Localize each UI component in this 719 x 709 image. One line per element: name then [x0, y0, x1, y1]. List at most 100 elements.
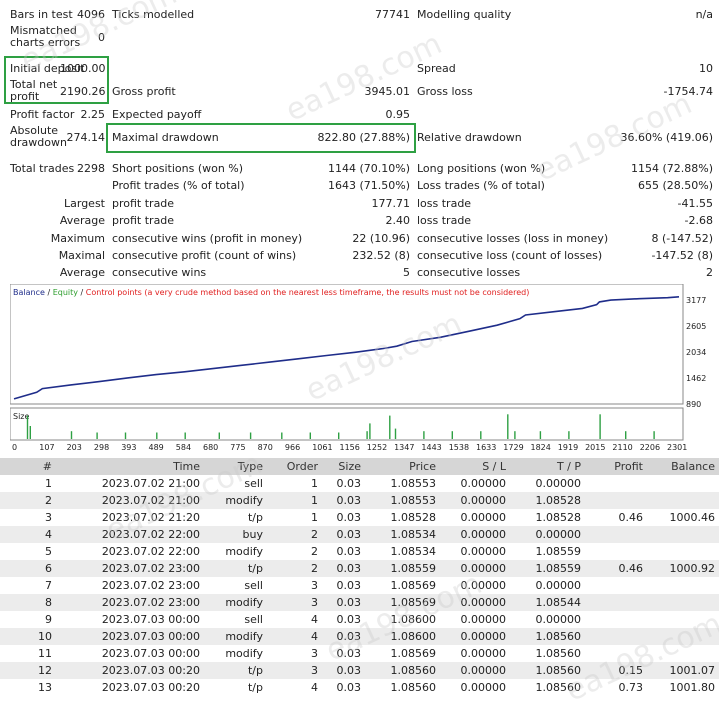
- avg-consec-losses-value: 2: [706, 266, 713, 279]
- x-tick-label: 203: [67, 443, 82, 452]
- table-row[interactable]: 10 2023.07.03 00:00 modify 4 0.03 1.08600 0.00…: [0, 628, 719, 645]
- x-tick-label: 1919: [558, 443, 578, 452]
- column-header[interactable]: Type: [204, 458, 267, 475]
- cell-order: 4: [311, 630, 318, 643]
- column-header[interactable]: Profit: [585, 458, 647, 475]
- total-trades-value: 2298: [77, 162, 105, 175]
- relative-drawdown-label: Relative drawdown: [417, 131, 522, 144]
- table-row[interactable]: 3 2023.07.02 21:20 t/p 1 0.03 1.08528 0.00000 1…: [0, 509, 719, 526]
- absolute-drawdown-value: 274.14: [66, 131, 106, 144]
- table-row[interactable]: 2 2023.07.02 21:00 modify 1 0.03 1.08553 0.000…: [0, 492, 719, 509]
- y-tick-label: 2605: [686, 322, 706, 331]
- cell-take-profit: 1.08560: [535, 647, 582, 660]
- cell-profit: 0.46: [618, 562, 644, 575]
- cell-price: 1.08600: [390, 630, 437, 643]
- table-row[interactable]: 7 2023.07.02 23:00 sell 3 0.03 1.08569 0.00000…: [0, 577, 719, 594]
- cell-size: 0.03: [336, 664, 362, 677]
- total-net-profit-value: 2190.26: [60, 85, 106, 98]
- x-tick-label: 2206: [640, 443, 660, 452]
- column-header[interactable]: Price: [365, 458, 440, 475]
- cell-row-number: 12: [38, 664, 52, 677]
- long-positions-value: 1154 (72.88%): [630, 162, 713, 175]
- column-header[interactable]: #: [0, 458, 56, 475]
- cell-price: 1.08534: [390, 545, 437, 558]
- cell-order: 1: [311, 494, 318, 507]
- average-consec-label: Average: [59, 266, 105, 279]
- cell-type: t/p: [247, 562, 263, 575]
- cell-time: 2023.07.03 00:20: [101, 664, 200, 677]
- table-row[interactable]: 9 2023.07.03 00:00 sell 4 0.03 1.08600 0.00000…: [0, 611, 719, 628]
- cell-take-profit: 1.08559: [535, 562, 582, 575]
- size-bar: [480, 431, 482, 439]
- table-row[interactable]: 6 2023.07.02 23:00 t/p 2 0.03 1.08559 0.00000 1…: [0, 560, 719, 577]
- cell-row-number: 6: [45, 562, 52, 575]
- initial-deposit-value: 1000.00: [60, 62, 106, 75]
- column-header[interactable]: Size: [322, 458, 365, 475]
- cell-price: 1.08569: [390, 579, 437, 592]
- largest-profit-label: profit trade: [112, 197, 175, 210]
- size-bar: [507, 414, 509, 439]
- cell-time: 2023.07.02 22:00: [101, 545, 200, 558]
- profit-factor-value: 2.25: [80, 108, 106, 121]
- x-tick-label: 2301: [667, 443, 687, 452]
- table-row[interactable]: 1 2023.07.02 21:00 sell 1 0.03 1.08553 0.00000…: [0, 475, 719, 492]
- cell-price: 1.08600: [390, 613, 437, 626]
- cell-stop-loss: 0.00000: [460, 545, 507, 558]
- cell-take-profit: 1.08528: [535, 511, 582, 524]
- table-row[interactable]: 8 2023.07.02 23:00 modify 3 0.03 1.08569 0.000…: [0, 594, 719, 611]
- x-tick-label: 0: [12, 443, 17, 452]
- largest-profit-value: 177.71: [371, 197, 411, 210]
- cell-size: 0.03: [336, 647, 362, 660]
- x-tick-label: 2110: [612, 443, 632, 452]
- cell-stop-loss: 0.00000: [460, 596, 507, 609]
- cell-time: 2023.07.02 21:00: [101, 477, 200, 490]
- table-row[interactable]: 5 2023.07.02 22:00 modify 2 0.03 1.08534 0.000…: [0, 543, 719, 560]
- cell-balance: 1001.80: [669, 681, 716, 694]
- size-bar: [514, 431, 516, 439]
- cell-take-profit: 1.08528: [535, 494, 582, 507]
- gross-loss-value: -1754.74: [663, 85, 713, 98]
- x-tick-label: 1156: [340, 443, 360, 452]
- cell-type: t/p: [247, 681, 263, 694]
- size-bar: [281, 432, 283, 439]
- profit-trades-label: Profit trades (% of total): [112, 179, 245, 192]
- cell-stop-loss: 0.00000: [460, 664, 507, 677]
- avg-consec-wins-value: 5: [403, 266, 410, 279]
- size-bar: [451, 431, 453, 439]
- size-bar: [389, 415, 391, 439]
- cell-row-number: 3: [45, 511, 52, 524]
- table-row[interactable]: 11 2023.07.03 00:00 modify 3 0.03 1.08569 0.00…: [0, 645, 719, 662]
- size-bar: [366, 431, 368, 439]
- table-row[interactable]: 13 2023.07.03 00:20 t/p 4 0.03 1.08560 0.00000…: [0, 679, 719, 696]
- cell-order: 2: [311, 545, 318, 558]
- size-bar: [309, 432, 311, 439]
- cell-type: sell: [244, 579, 263, 592]
- cell-price: 1.08553: [390, 494, 437, 507]
- legend-control-points: Control points (a very crude method base…: [86, 288, 530, 297]
- cell-stop-loss: 0.00000: [460, 562, 507, 575]
- cell-type: sell: [244, 477, 263, 490]
- table-row[interactable]: 4 2023.07.02 22:00 buy 2 0.03 1.08534 0.00000 0…: [0, 526, 719, 543]
- column-header[interactable]: S / L: [440, 458, 510, 475]
- y-tick-label: 890: [686, 400, 701, 409]
- cell-size: 0.03: [336, 681, 362, 694]
- cell-stop-loss: 0.00000: [460, 613, 507, 626]
- x-tick-label: 298: [94, 443, 109, 452]
- cell-size: 0.03: [336, 562, 362, 575]
- cell-balance: 1000.46: [669, 511, 716, 524]
- expected-payoff-value: 0.95: [385, 108, 411, 121]
- loss-trades-label: Loss trades (% of total): [417, 179, 545, 192]
- expected-payoff-label: Expected payoff: [112, 108, 202, 121]
- column-header[interactable]: T / P: [510, 458, 585, 475]
- bars-in-test-value: 4096: [77, 8, 105, 21]
- y-tick-label: 1462: [686, 374, 706, 383]
- y-axis-ticks: 3177 2605 2034 1462 890: [686, 296, 706, 409]
- x-tick-label: 1443: [421, 443, 441, 452]
- column-header[interactable]: Time: [56, 458, 204, 475]
- x-tick-label: 775: [230, 443, 245, 452]
- column-header[interactable]: Order: [267, 458, 322, 475]
- table-row[interactable]: 12 2023.07.03 00:20 t/p 3 0.03 1.08560 0.00000…: [0, 662, 719, 679]
- column-header[interactable]: Balance: [647, 458, 719, 475]
- balance-chart: Balance / Equity / Control points (a ver…: [9, 283, 719, 454]
- maximum-label: Maximum: [50, 232, 105, 245]
